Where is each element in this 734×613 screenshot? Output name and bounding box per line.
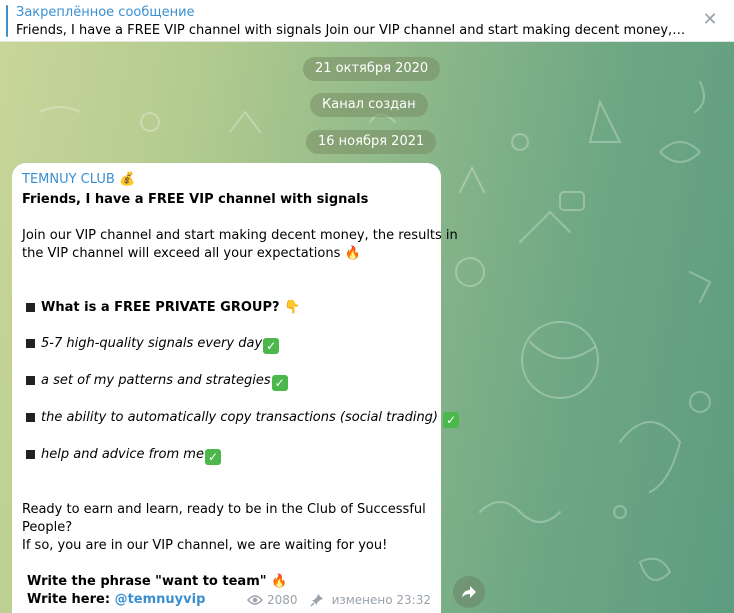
edited-time: изменено 23:32: [331, 593, 431, 607]
author-name: TEMNUY CLUB: [22, 172, 115, 187]
cta-label: Write here:: [27, 592, 111, 607]
check-icon: ✓: [271, 375, 288, 391]
fire-emoji: 🔥: [271, 574, 288, 589]
list-item: the ability to automatically copy transa…: [22, 409, 460, 428]
fire-emoji: 🔥: [344, 246, 361, 261]
outro-line: Ready to earn and learn, ready to be in …: [22, 502, 426, 517]
view-count: 2080: [267, 593, 298, 607]
square-bullet-icon: [26, 375, 35, 385]
point-down-emoji: 👇: [284, 300, 301, 315]
question-line: What is a FREE PRIVATE GROUP? 👇: [22, 299, 431, 317]
list-item-text: a set of my patterns and strategies: [41, 373, 271, 388]
close-icon[interactable]: ✕: [700, 10, 720, 30]
square-bullet-icon: [26, 338, 35, 348]
forward-icon: [462, 586, 476, 598]
forward-button[interactable]: [453, 576, 485, 608]
pinned-title: Закреплённое сообщение: [16, 5, 195, 20]
eye-icon: [247, 595, 264, 605]
message-meta: 2080 изменено 23:32: [247, 593, 431, 607]
list-item: a set of my patterns and strategies ✓: [22, 372, 431, 391]
list-item-text: 5-7 high-quality signals every day: [41, 336, 263, 351]
list-item: 5-7 high-quality signals every day ✓: [22, 335, 431, 354]
square-bullet-icon: [26, 412, 35, 422]
message-intro-line: the VIP channel will exceed all your exp…: [22, 245, 431, 263]
channel-message[interactable]: TEMNUY CLUB 💰 Friends, I have a FREE VIP…: [12, 163, 460, 613]
intro-text: the VIP channel will exceed all your exp…: [22, 246, 341, 261]
outro-line: People?: [22, 520, 73, 535]
pinned-accent-line: [6, 5, 8, 37]
list-item-text: help and advice from me: [41, 447, 204, 462]
list-item-text: the ability to automatically copy transa…: [41, 410, 439, 425]
outro-line: If so, you are in our VIP channel, we ar…: [22, 538, 388, 553]
square-bullet-icon: [26, 302, 35, 312]
check-icon: ✓: [443, 412, 460, 428]
channel-link[interactable]: @temnuyvip: [115, 592, 206, 607]
money-bag-emoji: 💰: [118, 172, 136, 187]
message-headline: Friends, I have a FREE VIP channel with …: [22, 192, 369, 207]
pin-icon: [310, 594, 323, 607]
channel-author[interactable]: TEMNUY CLUB 💰: [22, 172, 431, 191]
message-intro-line: Join our VIP channel and start making de…: [22, 228, 458, 243]
question-text: What is a FREE PRIVATE GROUP?: [41, 300, 280, 315]
check-icon: ✓: [263, 338, 280, 354]
pinned-text: Friends, I have a FREE VIP channel with …: [16, 23, 686, 38]
cta-line: Write the phrase "want to team" 🔥: [22, 573, 431, 591]
date-divider: 21 октября 2020: [303, 57, 441, 81]
check-icon: ✓: [204, 449, 221, 465]
list-item: help and advice from me ✓: [22, 446, 431, 465]
date-divider: 16 ноября 2021: [306, 130, 437, 154]
square-bullet-icon: [26, 449, 35, 459]
pinned-message-bar[interactable]: Закреплённое сообщение Friends, I have a…: [0, 0, 734, 42]
channel-created-notice: Канал создан: [310, 93, 428, 117]
cta-text: Write the phrase "want to team": [27, 574, 267, 589]
